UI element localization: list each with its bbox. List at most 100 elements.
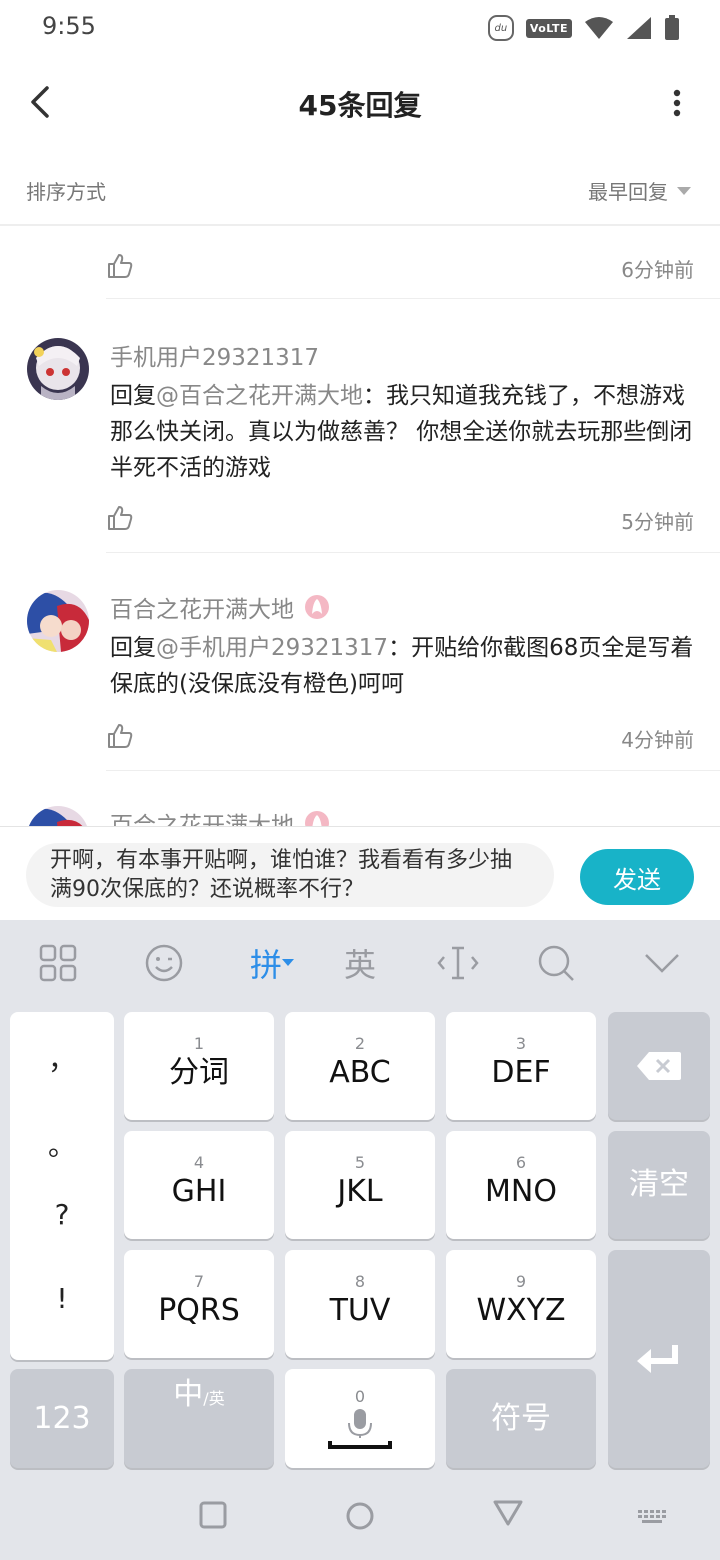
search-button[interactable] <box>530 938 582 988</box>
signal-icon <box>627 17 651 39</box>
comment-item: 6分钟前 <box>0 228 720 300</box>
reply-prefix: 回复 <box>110 383 156 409</box>
key-3[interactable]: 3 DEF <box>446 1012 596 1120</box>
caret-down-icon <box>282 959 294 966</box>
language-switch-key[interactable]: 中 /英 <box>124 1369 274 1468</box>
like-icon[interactable] <box>106 504 134 532</box>
status-bar: 9:55 du VoLTE <box>0 0 720 54</box>
page-title: 45条回复 <box>298 89 422 122</box>
username-text: 百合之花开满大地 <box>110 597 294 623</box>
key-5[interactable]: 5 JKL <box>285 1131 435 1239</box>
back-nav-icon[interactable] <box>492 1498 524 1528</box>
reply-input[interactable]: 开啊，有本事开贴啊，谁怕谁？我看看有多少抽满90次保底的？还说概率不行？ <box>26 843 554 907</box>
more-options-button[interactable] <box>662 82 692 124</box>
search-icon <box>538 945 574 981</box>
english-mode-button[interactable]: 英 <box>334 938 386 988</box>
comment-username[interactable]: 百合之花开满大地 <box>110 590 330 624</box>
enter-icon <box>637 1345 678 1373</box>
pinyin-mode-button[interactable]: 拼 <box>240 938 304 988</box>
like-icon[interactable] <box>106 252 134 280</box>
sort-dropdown[interactable]: 最早回复 <box>588 176 692 205</box>
like-icon[interactable] <box>106 722 134 750</box>
comment-list[interactable]: 6分钟前 手机用户29321317 回复@百合之花开满大地：我只知道我充钱了，不… <box>0 228 720 826</box>
ime-keyboard: 拼 英 ， 。 ? ! 1 分词 2 ABC 3 DEF 4 GHI 5 JKL… <box>0 920 720 1560</box>
key-number: 4 <box>193 1153 205 1172</box>
key-8[interactable]: 8 TUV <box>285 1250 435 1358</box>
mention-link[interactable]: @百合之花开满大地 <box>156 383 363 409</box>
symbols-key[interactable]: 符号 <box>446 1369 596 1468</box>
more-vertical-icon <box>673 89 681 117</box>
key-label: PQRS <box>158 1293 240 1328</box>
space-key[interactable]: 0 <box>285 1369 435 1468</box>
grid-icon <box>39 944 77 982</box>
divider <box>106 298 720 299</box>
key-label: GHI <box>171 1174 227 1209</box>
send-button[interactable]: 发送 <box>580 849 694 905</box>
comment-time: 5分钟前 <box>621 510 694 534</box>
wifi-icon <box>585 17 613 39</box>
text-cursor-icon <box>437 946 479 980</box>
comment-item: 百合之花开满大地 回复@手机用户29321317：开贴给你截图68页全是写着保底… <box>0 554 720 772</box>
comment-text: 回复@百合之花开满大地：我只知道我充钱了，不想游戏那么快关闭。真以为做慈善？ 你… <box>110 378 696 486</box>
mention-link[interactable]: @手机用户29321317 <box>156 635 388 661</box>
pinyin-label: 拼 <box>249 946 282 984</box>
punct-comma[interactable]: ， <box>10 1038 114 1078</box>
reply-composer: 开啊，有本事开贴啊，谁怕谁？我看看有多少抽满90次保底的？还说概率不行？ 发送 <box>0 826 720 920</box>
battery-icon <box>665 15 679 40</box>
comment-time: 6分钟前 <box>621 258 694 282</box>
keyboard-toolbar: 拼 英 <box>0 920 720 1006</box>
apps-grid-button[interactable] <box>32 938 84 988</box>
comment-username[interactable]: 百合之花开满大地 <box>110 806 330 826</box>
app-screen: { "status_bar": { "time": "9:55", "du_ba… <box>0 0 720 1560</box>
key-label: TUV <box>329 1293 391 1328</box>
sort-value: 最早回复 <box>588 180 668 204</box>
avatar[interactable] <box>27 338 89 400</box>
sort-label: 排序方式 <box>26 180 106 204</box>
enter-key[interactable] <box>608 1250 710 1468</box>
hide-keyboard-button[interactable] <box>636 938 688 988</box>
caret-down-icon <box>677 186 691 195</box>
avatar-image <box>27 590 89 652</box>
punct-question[interactable]: ? <box>10 1198 114 1231</box>
chevron-down-icon <box>645 954 679 973</box>
key-label: WXYZ <box>476 1293 566 1328</box>
volte-icon: VoLTE <box>525 18 572 38</box>
clear-key[interactable]: 清空 <box>608 1131 710 1239</box>
punctuation-column[interactable]: ， 。 ? ! <box>10 1012 114 1360</box>
comment-username[interactable]: 手机用户29321317 <box>110 338 319 372</box>
avatar[interactable] <box>27 806 89 826</box>
key-number: 3 <box>515 1034 527 1053</box>
key-number: 6 <box>515 1153 527 1172</box>
key-6[interactable]: 6 MNO <box>446 1131 596 1239</box>
system-nav-bar <box>0 1480 720 1560</box>
key-number: 5 <box>354 1153 366 1172</box>
recents-icon[interactable] <box>198 1500 228 1530</box>
key-4[interactable]: 4 GHI <box>124 1131 274 1239</box>
divider <box>106 552 720 553</box>
key-label: JKL <box>337 1174 383 1209</box>
comment-time: 4分钟前 <box>621 728 694 752</box>
lang-sub-label: /英 <box>203 1389 225 1408</box>
user-badge-icon <box>305 595 329 619</box>
backspace-key[interactable] <box>608 1012 710 1120</box>
home-icon[interactable] <box>344 1500 376 1532</box>
key-number: 7 <box>193 1272 205 1291</box>
user-badge-icon <box>305 811 329 826</box>
key-2[interactable]: 2 ABC <box>285 1012 435 1120</box>
keyboard-switch-icon[interactable] <box>636 1508 668 1526</box>
avatar[interactable] <box>27 590 89 652</box>
du-app-icon: du <box>487 15 514 41</box>
key-number: 1 <box>193 1034 205 1053</box>
key-7[interactable]: 7 PQRS <box>124 1250 274 1358</box>
punct-period[interactable]: 。 <box>10 1124 114 1164</box>
emoji-button[interactable] <box>138 938 190 988</box>
number-mode-key[interactable]: 123 <box>10 1369 114 1468</box>
punct-exclamation[interactable]: ! <box>10 1282 114 1315</box>
divider <box>106 770 720 771</box>
key-1[interactable]: 1 分词 <box>124 1012 274 1120</box>
key-number: 2 <box>354 1034 366 1053</box>
cursor-button[interactable] <box>432 938 484 988</box>
key-9[interactable]: 9 WXYZ <box>446 1250 596 1358</box>
status-icons: du VoLTE <box>487 14 680 42</box>
comment-item: 百合之花开满大地 <box>0 772 720 826</box>
